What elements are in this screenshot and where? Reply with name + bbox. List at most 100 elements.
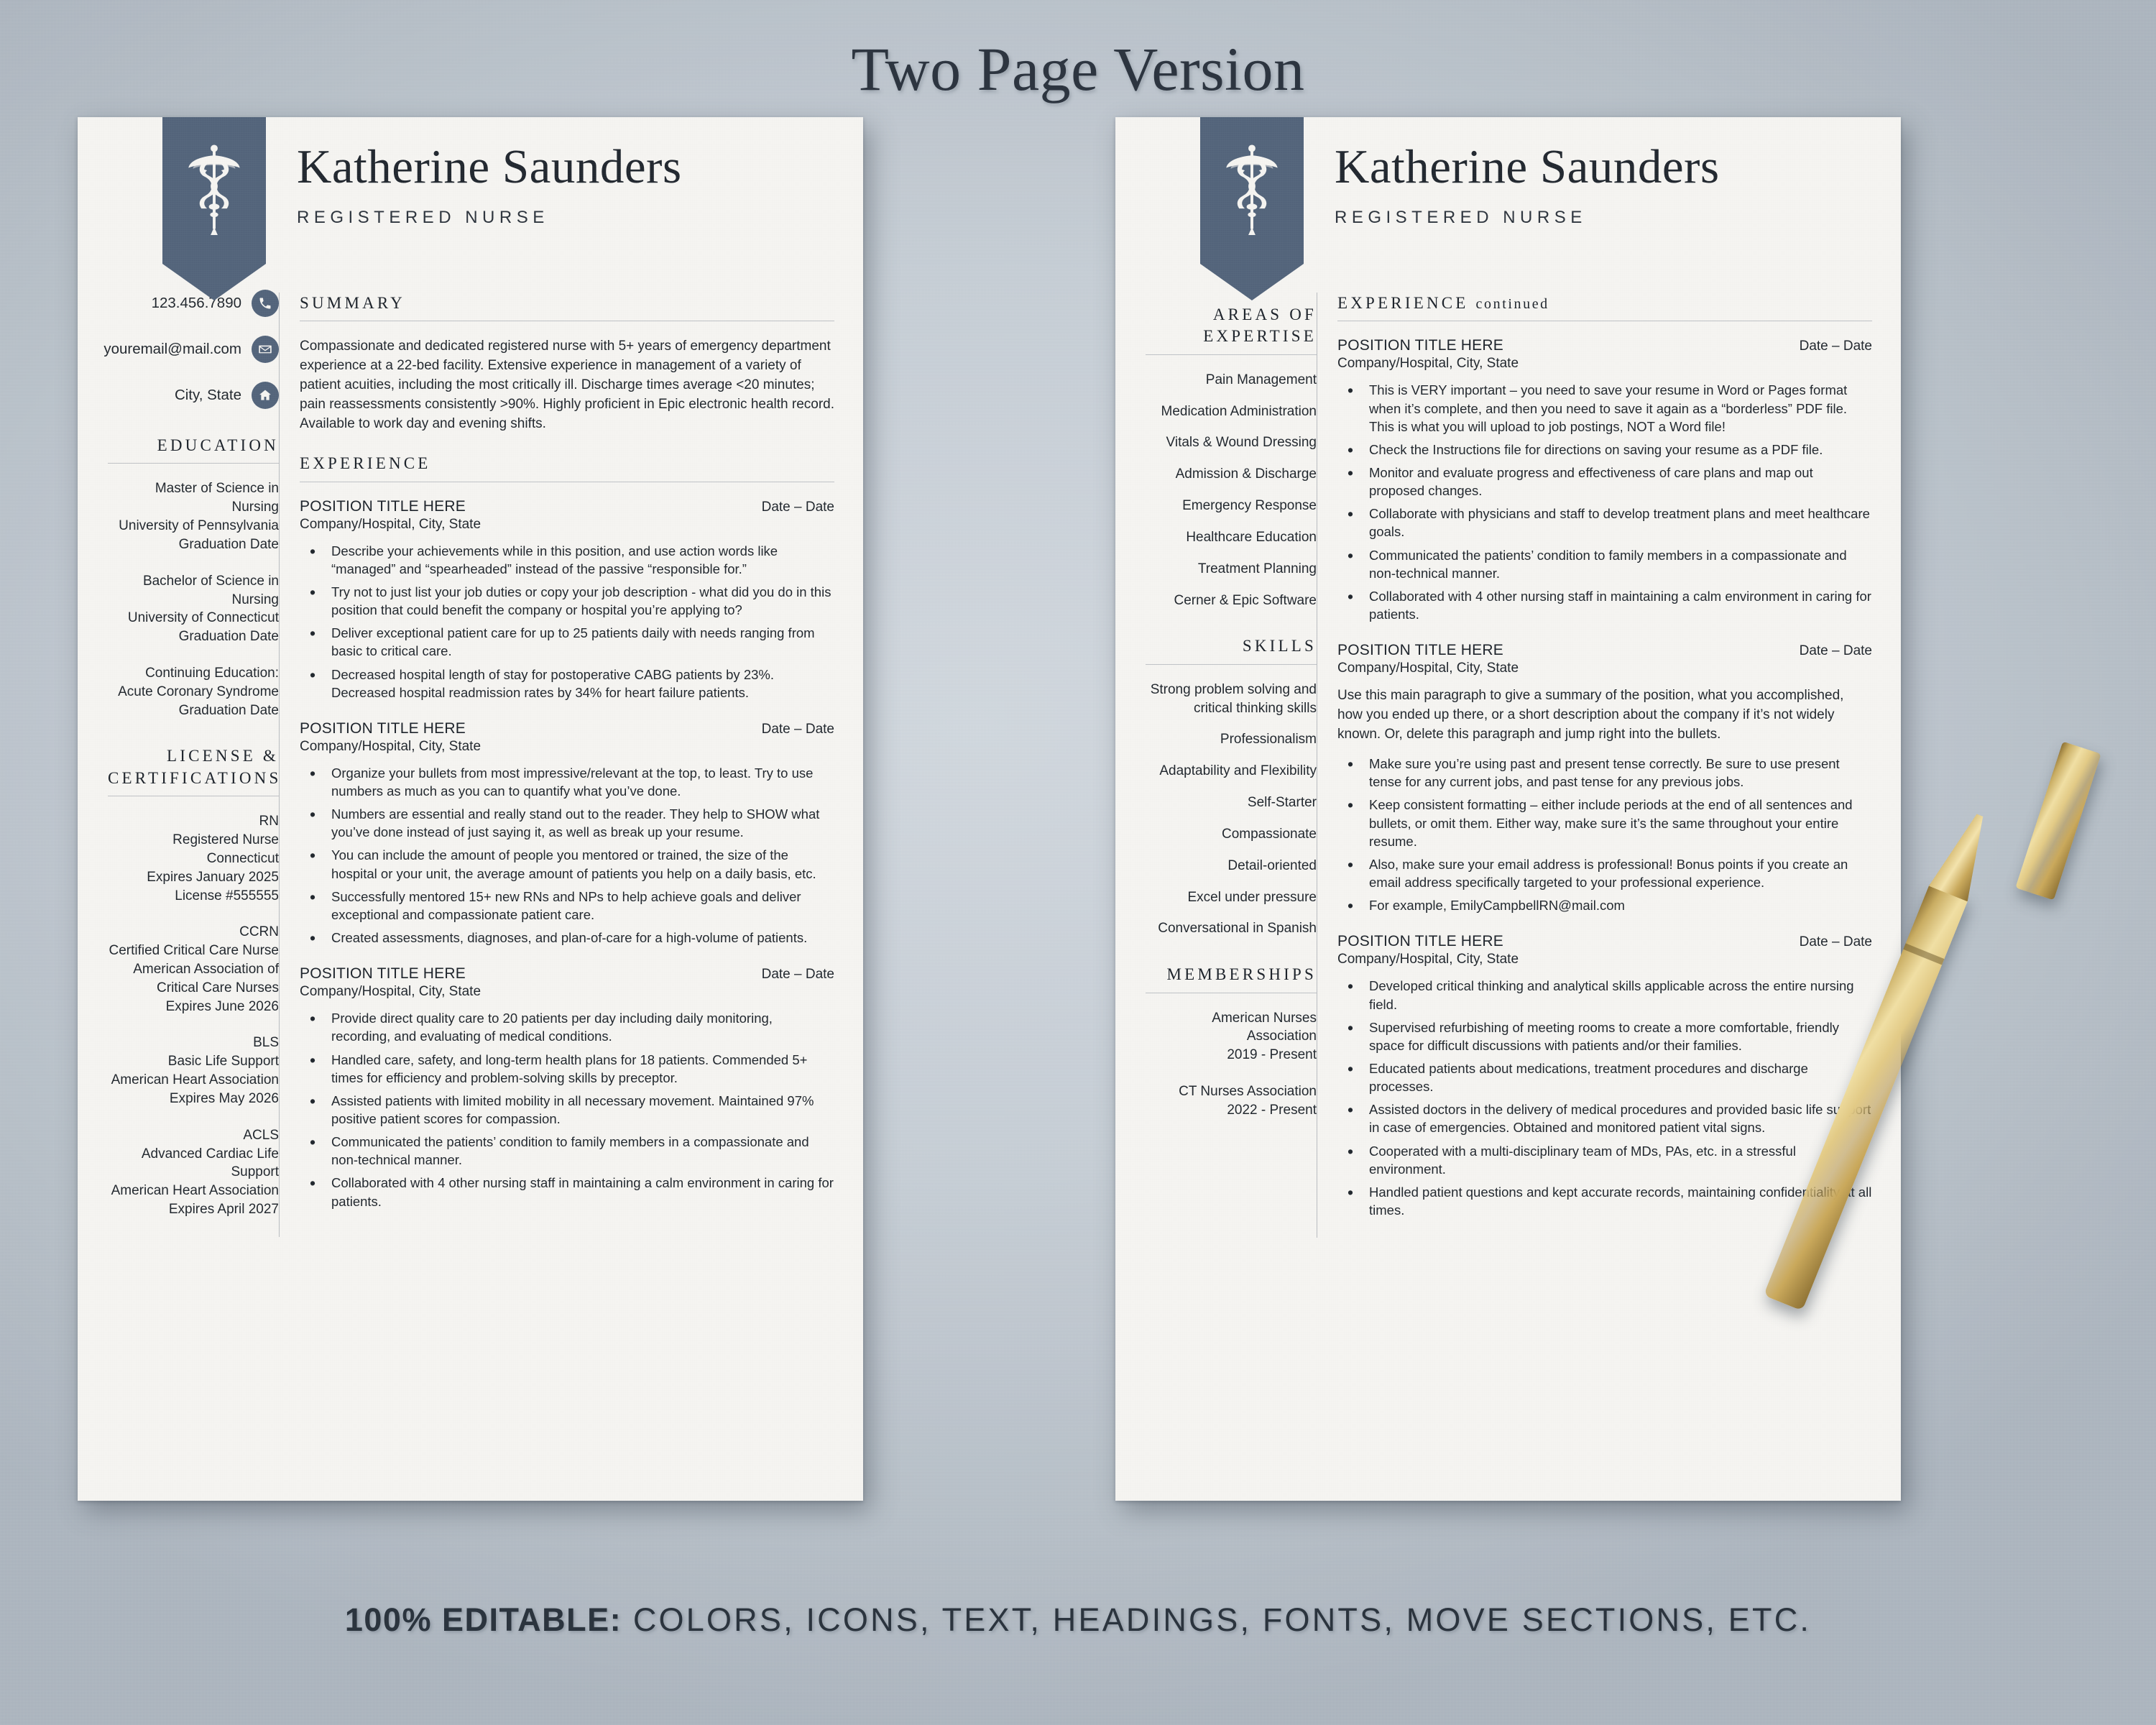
- experience-entry: POSITION TITLE HERE Date – Date Company/…: [300, 498, 834, 533]
- job-bullet: Communicated the patients’ condition to …: [300, 1131, 834, 1169]
- experience-entry: POSITION TITLE HERE Date – Date Company/…: [1337, 337, 1872, 372]
- summary-text: Compassionate and dedicated registered n…: [300, 339, 835, 432]
- job-date: Date – Date: [1799, 643, 1872, 659]
- home-icon: [252, 382, 279, 409]
- name-block-2: Katherine Saunders REGISTERED NURSE: [1335, 142, 1872, 228]
- license-line: License #555555: [175, 888, 279, 903]
- job-bullets: Provide direct quality care to 20 patien…: [300, 1008, 834, 1210]
- membership-line: American Nurses Association: [1212, 1010, 1317, 1044]
- job-bullet: Monitor and evaluate progress and effect…: [1337, 462, 1872, 500]
- job-title: POSITION TITLE HERE: [300, 965, 466, 983]
- page-title: Two Page Version: [851, 34, 1305, 104]
- experience-entry: POSITION TITLE HERE Date – Date Company/…: [1337, 933, 1872, 967]
- job-bullet: Collaborated with 4 other nursing staff …: [1337, 586, 1872, 623]
- page-2-main: EXPERIENCE continued POSITION TITLE HERE…: [1317, 277, 1872, 1238]
- page-2-body: AREAS OF EXPERTISE Pain Management Medic…: [1115, 277, 1901, 1238]
- expertise-rule: [1146, 354, 1317, 355]
- job-bullet: Also, make sure your email address is pr…: [1337, 854, 1872, 891]
- caduceus-icon: [1226, 144, 1278, 235]
- job-bullet: Organize your bullets from most impressi…: [300, 763, 834, 800]
- job-bullet: Supervised refurbishing of meeting rooms…: [1337, 1017, 1872, 1054]
- education-line: University of Pennsylvania: [119, 518, 279, 534]
- experience-heading: EXPERIENCE: [300, 454, 431, 473]
- job-bullet: Handled patient questions and kept accur…: [1337, 1182, 1872, 1219]
- license-entry: CCRN Certified Critical Care Nurse Ameri…: [108, 923, 279, 1016]
- education-line: Acute Coronary Syndrome: [118, 684, 279, 699]
- resume-header-2: Katherine Saunders REGISTERED NURSE: [1115, 117, 1901, 300]
- contact-email: youremail@mail.com: [103, 336, 279, 363]
- job-date: Date – Date: [761, 499, 834, 515]
- experience-continued-heading: EXPERIENCE continued: [1337, 293, 1872, 314]
- job-date: Date – Date: [761, 967, 834, 983]
- license-line: Expires January 2025: [147, 869, 279, 885]
- expertise-item: Pain Management: [1205, 372, 1317, 387]
- job-bullet: Numbers are essential and really stand o…: [300, 804, 834, 841]
- expertise-item: Cerner & Epic Software: [1174, 592, 1317, 608]
- license-list: RN Registered Nurse Connecticut Expires …: [108, 812, 279, 1219]
- job-date: Date – Date: [761, 721, 834, 737]
- expertise-item: Medication Administration: [1161, 403, 1317, 419]
- skill-item: Compassionate: [1221, 826, 1317, 842]
- job-bullet: You can include the amount of people you…: [300, 845, 834, 882]
- expertise-item: Vitals & Wound Dressing: [1166, 435, 1317, 451]
- candidate-name: Katherine Saunders: [1335, 140, 1720, 193]
- license-line: Basic Life Support: [167, 1054, 279, 1070]
- page-1-sidebar: 123.456.7890 youremail@mail.com City, St…: [103, 277, 282, 1237]
- job-bullet: Handled care, safety, and long-term heal…: [300, 1049, 834, 1087]
- job-bullet: Collaborate with physicians and staff to…: [1337, 503, 1872, 540]
- license-line: Expires June 2026: [165, 998, 279, 1014]
- education-line: Master of Science in Nursing: [155, 481, 279, 515]
- contact-phone: 123.456.7890: [108, 290, 279, 317]
- job-bullets: Developed critical thinking and analytic…: [1337, 975, 1872, 1219]
- job-bullet: Successfully mentored 15+ new RNs and NP…: [300, 886, 834, 924]
- contact-email-value: youremail@mail.com: [103, 341, 241, 357]
- education-entry: Continuing Education: Acute Coronary Syn…: [108, 664, 279, 719]
- expertise-item: Admission & Discharge: [1175, 466, 1317, 482]
- job-bullet: Collaborated with 4 other nursing staff …: [300, 1172, 834, 1210]
- phone-icon: [252, 290, 279, 317]
- job-intro-paragraph: Use this main paragraph to give a summar…: [1337, 688, 1844, 742]
- skill-item: Conversational in Spanish: [1158, 921, 1317, 937]
- membership-line: 2022 - Present: [1227, 1102, 1317, 1118]
- education-line: Graduation Date: [178, 629, 279, 645]
- job-bullet: This is VERY important – you need to sav…: [1337, 380, 1872, 435]
- expertise-item: Healthcare Education: [1186, 529, 1317, 545]
- skill-item: Self-Starter: [1247, 795, 1317, 811]
- skills-rule: [1146, 663, 1317, 665]
- footer-caption: 100% EDITABLE: COLORS, ICONS, TEXT, HEAD…: [0, 1601, 2156, 1639]
- job-bullet: Keep consistent formatting – either incl…: [1337, 794, 1872, 850]
- job-title: POSITION TITLE HERE: [1337, 642, 1503, 659]
- email-icon: [252, 336, 279, 363]
- license-line: RN: [259, 814, 279, 829]
- membership-entry: American Nurses Association 2019 - Prese…: [1146, 1009, 1317, 1064]
- job-org: Company/Hospital, City, State: [300, 738, 482, 754]
- license-line: Critical Care Nurses: [157, 980, 279, 995]
- experience-heading-continued: continued: [1475, 296, 1549, 312]
- education-line: Continuing Education:: [145, 665, 279, 681]
- memberships-list: American Nurses Association 2019 - Prese…: [1146, 1009, 1317, 1120]
- caduceus-badge: [1200, 117, 1304, 300]
- job-org: Company/Hospital, City, State: [1337, 661, 1519, 676]
- name-block-1: Katherine Saunders REGISTERED NURSE: [297, 142, 834, 228]
- skill-item: Professionalism: [1220, 732, 1317, 748]
- resume-header-1: Katherine Saunders REGISTERED NURSE: [78, 117, 863, 300]
- job-bullet: Created assessments, diagnoses, and plan…: [300, 927, 834, 949]
- skills-heading: SKILLS: [1242, 637, 1317, 656]
- license-heading: LICENSE & CERTIFICATIONS: [108, 747, 282, 787]
- job-bullet: Try not to just list your job duties or …: [300, 581, 834, 619]
- job-title: POSITION TITLE HERE: [300, 497, 466, 515]
- license-line: American Heart Association: [111, 1183, 279, 1199]
- job-bullet: Developed critical thinking and analytic…: [1337, 975, 1872, 1013]
- education-rule: [108, 463, 279, 464]
- job-org: Company/Hospital, City, State: [300, 516, 482, 532]
- caduceus-icon: [188, 144, 240, 235]
- job-bullet: Check the Instructions file for directio…: [1337, 439, 1872, 461]
- job-bullet: Educated patients about medications, tre…: [1337, 1058, 1872, 1095]
- education-line: Bachelor of Science in Nursing: [142, 573, 279, 607]
- job-bullet: Make sure you’re using past and present …: [1337, 753, 1872, 791]
- license-entry: RN Registered Nurse Connecticut Expires …: [108, 812, 279, 905]
- contact-location: City, State: [108, 382, 279, 409]
- job-org: Company/Hospital, City, State: [1337, 356, 1519, 372]
- membership-line: CT Nurses Association: [1179, 1084, 1317, 1099]
- job-bullet: For example, EmilyCampbellRN@mail.com: [1337, 895, 1872, 917]
